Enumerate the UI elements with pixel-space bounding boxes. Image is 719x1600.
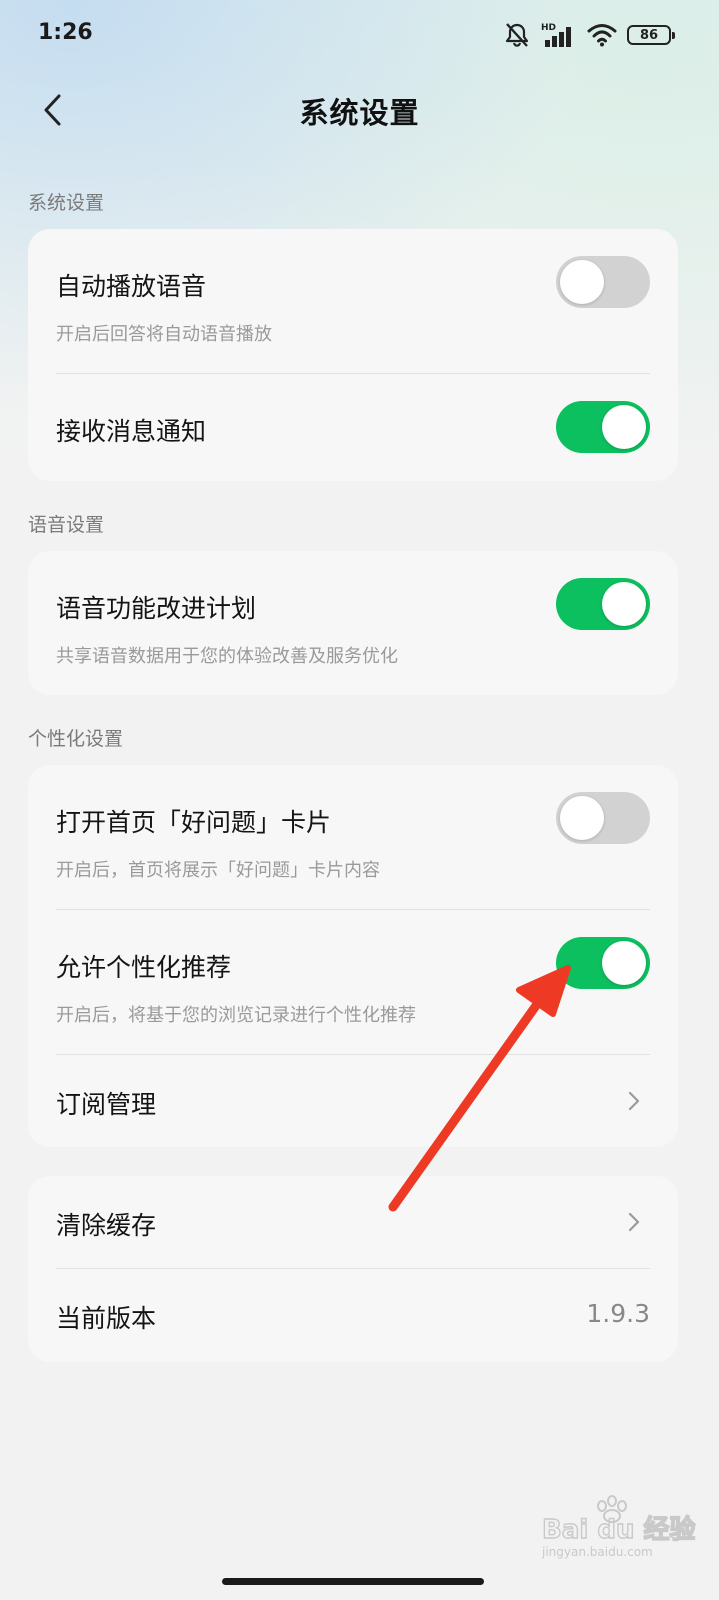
row-message-notification[interactable]: 接收消息通知: [28, 374, 678, 481]
mute-bell-icon: [505, 23, 529, 47]
row-subscription-management[interactable]: 订阅管理: [28, 1055, 678, 1147]
section-label-system: 系统设置: [28, 192, 105, 214]
battery-icon: 86: [627, 25, 675, 45]
chevron-right-icon: [626, 1208, 642, 1236]
card-personalization-settings: 打开首页「好问题」卡片 开启后，首页将展示「好问题」卡片内容 允许个性化推荐 开…: [28, 765, 678, 1147]
row-clear-cache[interactable]: 清除缓存: [28, 1176, 678, 1268]
toggle-knob: [602, 941, 646, 985]
row-title: 接收消息通知: [56, 417, 207, 446]
row-title: 允许个性化推荐: [56, 953, 232, 982]
card-misc: 清除缓存 当前版本 1.9.3: [28, 1176, 678, 1362]
row-title: 当前版本: [56, 1304, 157, 1333]
version-value: 1.9.3: [586, 1299, 650, 1328]
paw-logo-icon: Bai du 经验 jingyan.baidu.com: [541, 1495, 696, 1559]
row-title: 语音功能改进计划: [56, 594, 257, 623]
row-good-question-card[interactable]: 打开首页「好问题」卡片 开启后，首页将展示「好问题」卡片内容: [28, 765, 678, 909]
watermark-url: jingyan.baidu.com: [541, 1545, 653, 1559]
row-title: 自动播放语音: [56, 272, 207, 301]
wifi-icon: [587, 24, 617, 47]
nav-bar: 系统设置: [0, 70, 719, 150]
personalized-recommendation-toggle[interactable]: [556, 937, 650, 989]
row-subtitle: 开启后，首页将展示「好问题」卡片内容: [56, 860, 380, 881]
toggle-knob: [602, 582, 646, 626]
network-label: HD: [541, 23, 556, 33]
status-icons: HD 86: [503, 20, 675, 50]
section-label-personalization: 个性化设置: [28, 728, 124, 750]
page-title: 系统设置: [299, 96, 420, 130]
row-auto-play-voice[interactable]: 自动播放语音 开启后回答将自动语音播放: [28, 229, 678, 373]
chevron-right-icon: [626, 1087, 642, 1115]
status-time: 1:26: [38, 20, 93, 45]
watermark-brand: Bai du 经验: [542, 1514, 696, 1545]
row-subtitle: 共享语音数据用于您的体验改善及服务优化: [56, 646, 398, 667]
toggle-knob: [560, 796, 604, 840]
row-subtitle: 开启后回答将自动语音播放: [56, 324, 272, 345]
row-title: 清除缓存: [56, 1211, 157, 1240]
row-title: 打开首页「好问题」卡片: [56, 808, 332, 837]
auto-play-voice-toggle[interactable]: [556, 256, 650, 308]
card-voice-settings: 语音功能改进计划 共享语音数据用于您的体验改善及服务优化: [28, 551, 678, 695]
section-label-voice: 语音设置: [28, 514, 105, 536]
row-personalized-recommendation[interactable]: 允许个性化推荐 开启后，将基于您的浏览记录进行个性化推荐: [28, 910, 678, 1054]
cellular-signal-icon: HD: [541, 23, 571, 47]
baidu-jingyan-watermark: Bai du 经验 jingyan.baidu.com: [540, 1492, 710, 1562]
status-bar: 1:26 HD 86: [0, 0, 719, 70]
row-voice-improvement[interactable]: 语音功能改进计划 共享语音数据用于您的体验改善及服务优化: [28, 551, 678, 695]
row-title: 订阅管理: [56, 1090, 157, 1119]
row-current-version: 当前版本 1.9.3: [28, 1269, 678, 1362]
row-subtitle: 开启后，将基于您的浏览记录进行个性化推荐: [56, 1005, 416, 1026]
toggle-knob: [560, 260, 604, 304]
voice-improvement-toggle[interactable]: [556, 578, 650, 630]
good-question-card-toggle[interactable]: [556, 792, 650, 844]
battery-level: 86: [639, 27, 659, 43]
message-notification-toggle[interactable]: [556, 401, 650, 453]
toggle-knob: [602, 405, 646, 449]
home-indicator[interactable]: [222, 1578, 484, 1585]
card-system-settings: 自动播放语音 开启后回答将自动语音播放 接收消息通知: [28, 229, 678, 481]
